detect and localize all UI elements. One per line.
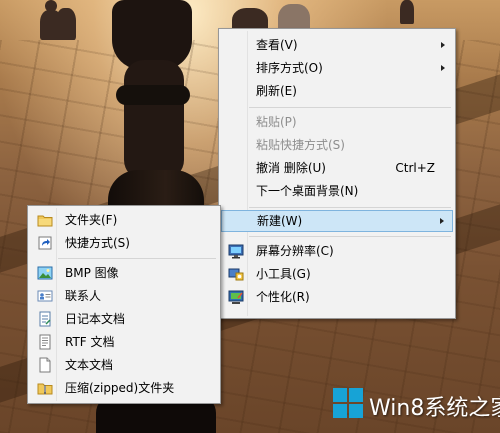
submenu-item-shortcut[interactable]: 快捷方式(S)	[30, 232, 218, 254]
watermark-text: Win8系统之家	[369, 396, 500, 421]
menu-separator	[58, 258, 216, 259]
menu-item-paste-shortcut[interactable]: 粘贴快捷方式(S)	[221, 134, 453, 156]
menu-item-gadgets[interactable]: 小工具(G)	[221, 263, 453, 285]
menu-item-label: 查看(V)	[256, 38, 298, 52]
menu-item-label: 个性化(R)	[256, 290, 310, 304]
submenu-item-rtf-document[interactable]: RTF 文档	[30, 331, 218, 353]
submenu-item-journal-document[interactable]: 日记本文档	[30, 308, 218, 330]
monitor-icon	[228, 244, 244, 259]
menu-item-label: 新建(W)	[257, 214, 303, 228]
submenu-item-bmp-image[interactable]: BMP 图像	[30, 262, 218, 284]
submenu-item-contact[interactable]: 联系人	[30, 285, 218, 307]
gadgets-icon	[228, 268, 244, 281]
menu-item-label: 文本文档	[65, 358, 114, 372]
menu-item-shortcut: Ctrl+Z	[395, 161, 435, 175]
bmp-image-icon	[37, 266, 53, 280]
submenu-item-text-document[interactable]: 文本文档	[30, 354, 218, 376]
menu-item-paste[interactable]: 粘贴(P)	[221, 111, 453, 133]
menu-item-label: 刷新(E)	[256, 84, 297, 98]
menu-item-label: 排序方式(O)	[256, 61, 323, 75]
submenu-arrow-icon	[440, 218, 444, 224]
menu-item-next-background[interactable]: 下一个桌面背景(N)	[221, 180, 453, 202]
personalize-icon	[228, 290, 244, 304]
rtf-document-icon	[39, 334, 51, 350]
menu-item-personalize[interactable]: 个性化(R)	[221, 286, 453, 308]
submenu-arrow-icon	[441, 65, 445, 71]
menu-item-label: 下一个桌面背景(N)	[256, 184, 359, 198]
menu-item-view[interactable]: 查看(V)	[221, 34, 453, 56]
submenu-item-folder[interactable]: 文件夹(F)	[30, 209, 218, 231]
contact-icon	[37, 290, 53, 302]
person-silhouette	[56, 8, 76, 40]
menu-separator	[249, 236, 451, 237]
menu-item-label: RTF 文档	[65, 335, 115, 349]
menu-item-label: 联系人	[65, 289, 102, 303]
submenu-arrow-icon	[441, 42, 445, 48]
journal-document-icon	[39, 311, 51, 327]
text-document-icon	[39, 357, 51, 373]
menu-separator	[249, 207, 451, 208]
menu-item-label: 粘贴快捷方式(S)	[256, 138, 345, 152]
lamp-post-middle	[124, 60, 184, 180]
windows-logo-icon	[333, 388, 363, 418]
menu-item-label: 文件夹(F)	[65, 213, 118, 227]
menu-item-refresh[interactable]: 刷新(E)	[221, 80, 453, 102]
menu-item-label: 粘贴(P)	[256, 115, 297, 129]
menu-item-label: 压缩(zipped)文件夹	[65, 381, 175, 395]
new-submenu: 文件夹(F) 快捷方式(S) BMP 图像 联系人 日记本文档 RTF 文档 文…	[27, 205, 221, 404]
menu-item-label: 快捷方式(S)	[65, 236, 130, 250]
menu-item-label: 屏幕分辨率(C)	[256, 244, 334, 258]
person-silhouette	[400, 0, 414, 24]
menu-item-undo-delete[interactable]: 撤消 删除(U) Ctrl+Z	[221, 157, 453, 179]
menu-item-screen-resolution[interactable]: 屏幕分辨率(C)	[221, 240, 453, 262]
submenu-item-zip-folder[interactable]: 压缩(zipped)文件夹	[30, 377, 218, 399]
menu-separator	[249, 107, 451, 108]
menu-item-label: 小工具(G)	[256, 267, 311, 281]
shortcut-icon	[38, 236, 52, 250]
person-head	[45, 0, 57, 12]
folder-icon	[37, 215, 53, 227]
menu-item-new[interactable]: 新建(W)	[221, 210, 453, 232]
lamp-post-ring	[116, 85, 190, 105]
watermark: Win8系统之家	[333, 380, 500, 430]
desktop-context-menu: 查看(V) 排序方式(O) 刷新(E) 粘贴(P) 粘贴快捷方式(S) 撤消 删…	[218, 28, 456, 319]
menu-item-label: 撤消 删除(U)	[256, 161, 326, 175]
menu-item-label: 日记本文档	[65, 312, 126, 326]
zip-folder-icon	[37, 383, 53, 395]
menu-item-sort-by[interactable]: 排序方式(O)	[221, 57, 453, 79]
menu-item-label: BMP 图像	[65, 266, 119, 280]
